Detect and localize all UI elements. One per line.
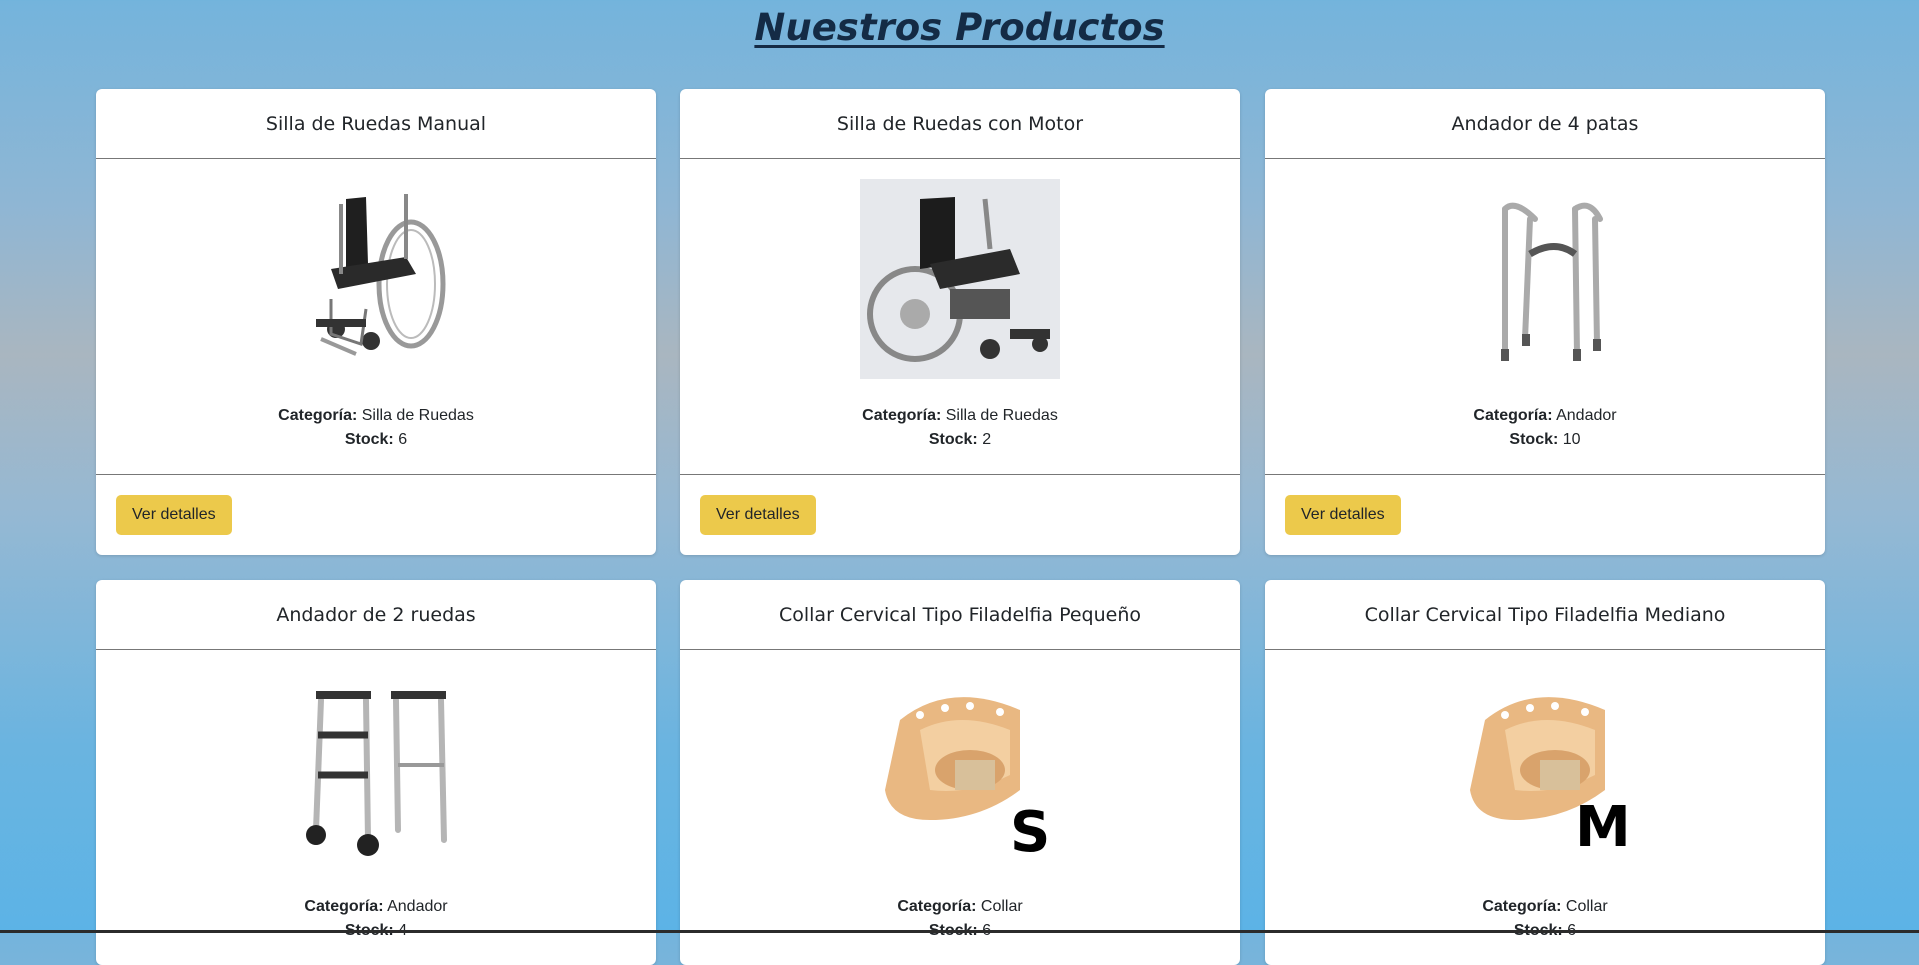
- product-card: Silla de Ruedas Manual Categoría: Silla …: [96, 89, 656, 555]
- category-label: Categoría:: [1473, 407, 1553, 424]
- product-name: Andador de 4 patas: [1265, 89, 1825, 159]
- stock-row: Stock: 10: [1265, 428, 1825, 452]
- details-button[interactable]: Ver detalles: [116, 495, 232, 535]
- category-row: Categoría: Silla de Ruedas: [96, 404, 656, 428]
- category-value: Collar: [1565, 898, 1608, 915]
- stock-label: Stock:: [344, 431, 394, 448]
- category-row: Categoría: Collar: [1265, 895, 1825, 919]
- motorized-wheelchair-image: [860, 179, 1060, 379]
- stock-value: 2: [982, 431, 992, 448]
- category-value: Andador: [1556, 407, 1617, 424]
- category-label: Categoría:: [278, 407, 358, 424]
- size-mark: S: [1010, 800, 1051, 865]
- category-row: Categoría: Collar: [680, 895, 1240, 919]
- product-card: Silla de Ruedas con Motor Categoría: Sil…: [680, 89, 1240, 555]
- stock-label: Stock:: [1509, 431, 1559, 448]
- product-name: Silla de Ruedas Manual: [96, 89, 656, 159]
- stock-row: Stock: 6: [96, 428, 656, 452]
- manual-wheelchair-image: [276, 179, 476, 379]
- product-name: Silla de Ruedas con Motor: [680, 89, 1240, 159]
- category-label: Categoría:: [1482, 898, 1562, 915]
- stock-row: Stock: 2: [680, 428, 1240, 452]
- cervical-collar-image: M: [1445, 670, 1645, 870]
- category-label: Categoría:: [862, 407, 942, 424]
- product-name: Andador de 2 ruedas: [96, 580, 656, 650]
- product-card: Collar Cervical Tipo Filadelfia Pequeño …: [680, 580, 1240, 965]
- category-value: Collar: [980, 898, 1023, 915]
- category-label: Categoría:: [304, 898, 384, 915]
- details-button[interactable]: Ver detalles: [700, 495, 816, 535]
- details-button[interactable]: Ver detalles: [1285, 495, 1401, 535]
- category-row: Categoría: Andador: [1265, 404, 1825, 428]
- four-leg-walker-image: [1445, 179, 1645, 379]
- category-label: Categoría:: [897, 898, 977, 915]
- product-card: Andador de 2 ruedas Categoría: Andador S…: [96, 580, 656, 965]
- stock-value: 6: [398, 431, 408, 448]
- stock-value: 10: [1562, 431, 1581, 448]
- product-name: Collar Cervical Tipo Filadelfia Pequeño: [680, 580, 1240, 650]
- product-card: Andador de 4 patas Categoría: Andador St…: [1265, 89, 1825, 555]
- page-title: Nuestros Productos: [754, 6, 1165, 49]
- product-card: Collar Cervical Tipo Filadelfia Mediano …: [1265, 580, 1825, 965]
- size-mark: M: [1575, 795, 1631, 860]
- two-wheel-walker-image: [276, 670, 476, 870]
- cervical-collar-image: S: [860, 670, 1060, 870]
- stock-label: Stock:: [928, 431, 978, 448]
- category-row: Categoría: Andador: [96, 895, 656, 919]
- category-value: Andador: [387, 898, 448, 915]
- category-value: Silla de Ruedas: [361, 407, 474, 424]
- category-row: Categoría: Silla de Ruedas: [680, 404, 1240, 428]
- category-value: Silla de Ruedas: [945, 407, 1058, 424]
- product-name: Collar Cervical Tipo Filadelfia Mediano: [1265, 580, 1825, 650]
